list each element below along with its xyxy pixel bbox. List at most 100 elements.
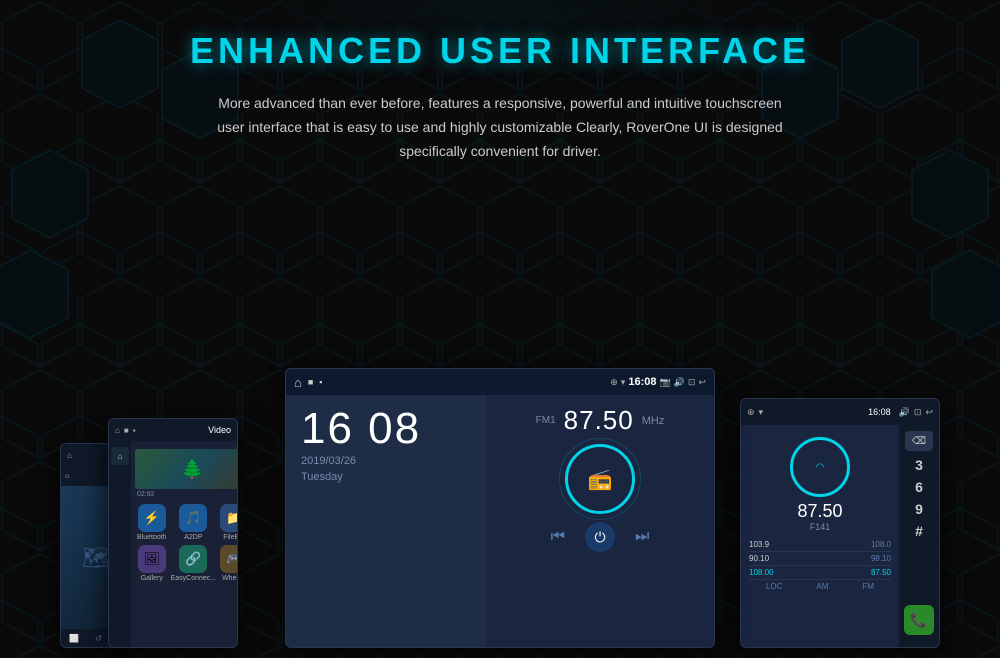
gallery-label: Gallery bbox=[141, 575, 163, 582]
radio-icon: 📻 bbox=[588, 467, 613, 492]
far-left-nav-label: ⌂ bbox=[65, 473, 69, 480]
left-header: ⌂ ■ ▪ Video bbox=[109, 419, 237, 441]
right-loc-icon: ⊕ bbox=[747, 407, 755, 418]
right-station-3: 108.00 87.50 bbox=[749, 566, 891, 580]
right-radio-circle: ◠ bbox=[790, 437, 850, 497]
center-screen-icon: ⊡ bbox=[688, 377, 696, 388]
right-station-1: 103.9 108.0 bbox=[749, 538, 891, 552]
left-sidebar: ⌂ bbox=[109, 441, 131, 647]
radio-controls: ⏮ ⏻ ⏭ bbox=[551, 522, 650, 552]
app-cell-wheel[interactable]: 🎮 Whee... bbox=[220, 545, 238, 582]
center-status: ⊕ ▾ 16:08 📷 🔊 ⊡ ↩ bbox=[610, 376, 706, 388]
app-grid-left: ⚡ Bluetooth 🎵 A2DP 📁 FileB... 🖼 bbox=[135, 500, 238, 586]
title-section: ENHANCED USER INTERFACE More advanced th… bbox=[190, 30, 810, 163]
left-title: Video bbox=[208, 425, 231, 435]
right-vol-icon: 🔊 bbox=[899, 407, 910, 418]
easyconnect-icon: 🔗 bbox=[179, 545, 207, 573]
right-freq-label: F141 bbox=[749, 522, 891, 532]
bluetooth-icon: ⚡ bbox=[138, 504, 166, 532]
file-label: FileB... bbox=[223, 534, 238, 541]
file-icon: 📁 bbox=[220, 504, 238, 532]
center-icon1: ■ bbox=[308, 377, 313, 387]
radio-circle: 📻 bbox=[565, 444, 635, 514]
center-cam-icon: 📷 bbox=[659, 377, 670, 388]
right-frequency: 87.50 bbox=[749, 501, 891, 522]
far-left-home-icon: ⌂ bbox=[67, 451, 72, 460]
sidebar-icon1: ⌂ bbox=[111, 447, 129, 465]
right-station-list: 103.9 108.0 90.10 98.10 108.00 87.50 L bbox=[749, 538, 891, 593]
right-wifi-icon: ▾ bbox=[759, 407, 764, 418]
easyconnect-label: EasyConnec... bbox=[171, 575, 217, 582]
page-title: ENHANCED USER INTERFACE bbox=[190, 30, 810, 72]
center-wifi-icon: ▾ bbox=[621, 377, 626, 388]
center-icon2: ▪ bbox=[319, 377, 322, 387]
center-clock-panel: 16 08 2019/03/26 Tuesday bbox=[286, 395, 486, 647]
center-location-icon: ⊕ bbox=[610, 377, 618, 388]
left-icon2: ▪ bbox=[133, 426, 136, 435]
map-icon: 🗺 bbox=[82, 545, 110, 571]
right-num-3[interactable]: 3 bbox=[915, 457, 923, 473]
right-back-icon[interactable]: ↩ bbox=[925, 407, 933, 418]
video-time: 02:92 bbox=[135, 489, 238, 500]
a2dp-icon: 🎵 bbox=[179, 504, 207, 532]
right-num-9[interactable]: 9 bbox=[915, 501, 923, 517]
right-screen-icon: ⊡ bbox=[914, 407, 922, 418]
app-cell-file[interactable]: 📁 FileB... bbox=[220, 504, 238, 541]
center-home-icon[interactable]: ⌂ bbox=[294, 375, 302, 390]
video-thumb-icon: 🌲 bbox=[181, 459, 203, 480]
radio-display: FM1 87.50 MHz bbox=[496, 405, 704, 436]
left-body: ⌂ 🌲 02:92 ⚡ Bluetooth bbox=[109, 441, 237, 647]
right-hash[interactable]: # bbox=[915, 523, 923, 539]
clock-date: 2019/03/26 bbox=[301, 455, 471, 467]
app-icons-row: 📍 Navigation 📻 Radio 🎵 Music ▶ Video ⚙ bbox=[286, 647, 714, 648]
screen-right: ⊕ ▾ 16:08 🔊 ⊡ ↩ ◠ 87.50 F141 bbox=[740, 398, 940, 648]
center-back-icon[interactable]: ↩ bbox=[698, 377, 706, 388]
center-body: 16 08 2019/03/26 Tuesday FM1 87.50 MHz 📻 bbox=[286, 395, 714, 647]
video-thumb: 🌲 bbox=[135, 449, 238, 489]
right-num-6[interactable]: 6 bbox=[915, 479, 923, 495]
far-left-bottom-icon1: ⬜ bbox=[69, 634, 79, 643]
screen-center: ⌂ ■ ▪ ⊕ ▾ 16:08 📷 🔊 ⊡ ↩ 16 08 bbox=[285, 368, 715, 648]
screen-left: ⌂ ■ ▪ Video ⌂ 🌲 02:92 bbox=[108, 418, 238, 648]
app-cell-a2dp[interactable]: 🎵 A2DP bbox=[171, 504, 217, 541]
page-content: ENHANCED USER INTERFACE More advanced th… bbox=[0, 0, 1000, 658]
right-call-button[interactable]: 📞 bbox=[904, 605, 934, 635]
radio-prev-btn[interactable]: ⏮ bbox=[551, 528, 565, 546]
wheel-label: Whee... bbox=[222, 575, 238, 582]
right-header: ⊕ ▾ 16:08 🔊 ⊡ ↩ bbox=[741, 399, 939, 425]
a2dp-label: A2DP bbox=[184, 534, 202, 541]
left-bottom-bar: ⬜ ↺ ■ bbox=[109, 647, 237, 648]
left-home-icon: ⌂ bbox=[115, 426, 120, 435]
radio-power-btn[interactable]: ⏻ bbox=[585, 522, 615, 552]
right-delete-btn[interactable]: ⌫ bbox=[905, 431, 933, 451]
app-cell-gallery[interactable]: 🖼 Gallery bbox=[137, 545, 167, 582]
center-vol-icon: 🔊 bbox=[674, 377, 685, 388]
clock-display: 16 08 bbox=[301, 407, 471, 451]
radio-frequency: 87.50 bbox=[564, 405, 634, 436]
right-radio-main: ◠ 87.50 F141 103.9 108.0 90.10 98.10 bbox=[741, 425, 899, 647]
wheel-icon: 🎮 bbox=[220, 545, 238, 573]
page-subtitle: More advanced than ever before, features… bbox=[190, 92, 810, 163]
clock-day: Tuesday bbox=[301, 471, 471, 483]
gallery-icon: 🖼 bbox=[138, 545, 166, 573]
left-main: 🌲 02:92 ⚡ Bluetooth 🎵 A2DP bbox=[131, 441, 238, 647]
center-header: ⌂ ■ ▪ ⊕ ▾ 16:08 📷 🔊 ⊡ ↩ bbox=[286, 369, 714, 395]
left-icon1: ■ bbox=[124, 426, 129, 435]
radio-next-btn[interactable]: ⏭ bbox=[635, 528, 649, 546]
center-radio-panel: FM1 87.50 MHz 📻 ⏮ ⏻ ⏭ bbox=[486, 395, 714, 647]
app-cell-bluetooth[interactable]: ⚡ Bluetooth bbox=[137, 504, 167, 541]
right-station-2: 90.10 98.10 bbox=[749, 552, 891, 566]
right-body: ◠ 87.50 F141 103.9 108.0 90.10 98.10 bbox=[741, 425, 939, 647]
phone-icon: 📞 bbox=[910, 612, 927, 629]
radio-unit: MHz bbox=[642, 415, 665, 427]
radio-band-label: FM1 bbox=[536, 415, 556, 426]
far-left-bottom-icon2: ↺ bbox=[95, 634, 102, 643]
app-cell-easy[interactable]: 🔗 EasyConnec... bbox=[171, 545, 217, 582]
right-radio-arc: ◠ bbox=[816, 462, 825, 473]
center-time: 16:08 bbox=[628, 376, 656, 388]
right-numpad: ⌫ 3 6 9 # 📞 bbox=[899, 425, 939, 647]
right-freq-labels: LOC AM FM bbox=[749, 580, 891, 593]
right-time: 16:08 bbox=[868, 407, 891, 417]
screens-container: ⌂ ⌂ 🗺 ⬜ ↺ ■ ⌂ ■ ▪ V bbox=[0, 173, 1000, 658]
bluetooth-label: Bluetooth bbox=[137, 534, 167, 541]
